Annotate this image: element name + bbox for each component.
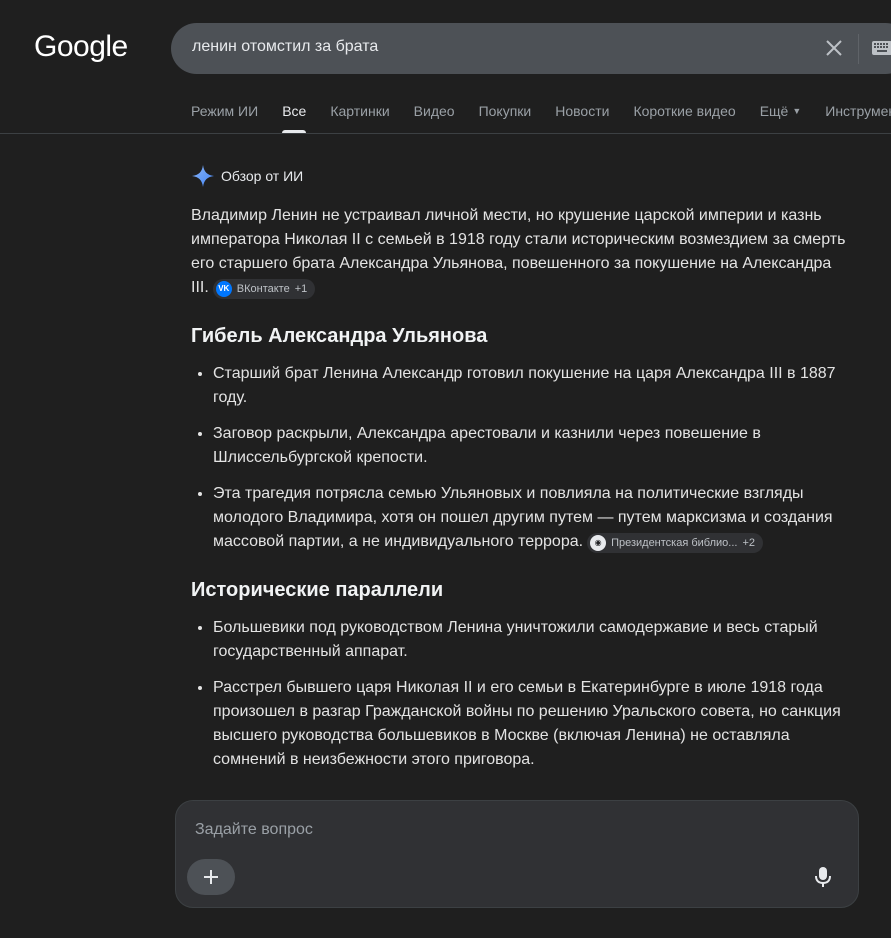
vk-icon: VK xyxy=(215,281,232,297)
mic-button[interactable] xyxy=(809,863,837,891)
keyboard-icon[interactable] xyxy=(871,40,891,56)
google-results-page: Google ленин отомстил за брата Режим ИИ … xyxy=(0,0,891,938)
search-divider xyxy=(858,34,859,64)
tab-all[interactable]: Все xyxy=(282,103,307,133)
source-chip-library[interactable]: ◉ Президентская библио... +2 xyxy=(587,533,764,553)
library-icon: ◉ xyxy=(590,535,607,551)
list-item: Старший брат Ленина Александр готовил по… xyxy=(213,362,851,410)
search-tabs: Режим ИИ Все Картинки Видео Покупки Ново… xyxy=(191,103,891,133)
add-button[interactable] xyxy=(187,859,235,895)
sparkle-icon xyxy=(192,165,214,187)
ask-input[interactable]: Задайте вопрос xyxy=(195,821,313,839)
bullet-list: Большевики под руководством Ленина уничт… xyxy=(191,616,851,772)
list-item: Эта трагедия потрясла семью Ульяновых и … xyxy=(213,482,851,554)
plus-icon xyxy=(204,870,218,884)
chip-source: Президентская библио... xyxy=(611,537,738,549)
list-item: Заговор раскрыли, Александра арестовали … xyxy=(213,422,851,470)
tab-more-label: Ещё xyxy=(759,103,789,119)
ai-overview-content: Владимир Ленин не устраивал личной мести… xyxy=(191,204,851,784)
google-logo[interactable]: Google xyxy=(34,30,128,64)
section-heading: Гибель Александра Ульянова xyxy=(191,325,488,347)
ai-overview-intro: Владимир Ленин не устраивал личной мести… xyxy=(191,204,851,300)
tab-more[interactable]: Ещё ▼ xyxy=(760,103,802,123)
ai-overview-label: Обзор от ИИ xyxy=(221,168,304,184)
tab-short-videos[interactable]: Короткие видео xyxy=(633,103,735,123)
bullet-list: Старший брат Ленина Александр готовил по… xyxy=(191,362,851,554)
tab-ai-mode[interactable]: Режим ИИ xyxy=(191,103,258,123)
tab-news[interactable]: Новости xyxy=(555,103,609,123)
search-box[interactable]: ленин отомстил за брата xyxy=(171,23,891,74)
ask-box[interactable]: Задайте вопрос xyxy=(175,800,859,908)
list-item: Расстрел бывшего царя Николая II и его с… xyxy=(213,676,851,772)
tabs-divider xyxy=(0,133,891,134)
chevron-down-icon: ▼ xyxy=(792,106,802,116)
tab-videos[interactable]: Видео xyxy=(414,103,455,123)
microphone-icon xyxy=(815,867,831,887)
tab-images[interactable]: Картинки xyxy=(330,103,389,123)
chip-source: ВКонтакте xyxy=(236,283,290,295)
chip-count: +2 xyxy=(742,537,756,549)
section-heading: Исторические параллели xyxy=(191,579,444,601)
list-item: Большевики под руководством Ленина уничт… xyxy=(213,616,851,664)
tab-shopping[interactable]: Покупки xyxy=(479,103,532,123)
ai-overview-header: Обзор от ИИ xyxy=(191,164,303,188)
search-input[interactable]: ленин отомстил за брата xyxy=(192,38,378,56)
close-icon[interactable] xyxy=(825,39,843,57)
source-chip-vk[interactable]: VK ВКонтакте +1 xyxy=(212,279,316,299)
tab-tools[interactable]: Инструменты xyxy=(825,103,891,123)
chip-count: +1 xyxy=(294,283,308,295)
